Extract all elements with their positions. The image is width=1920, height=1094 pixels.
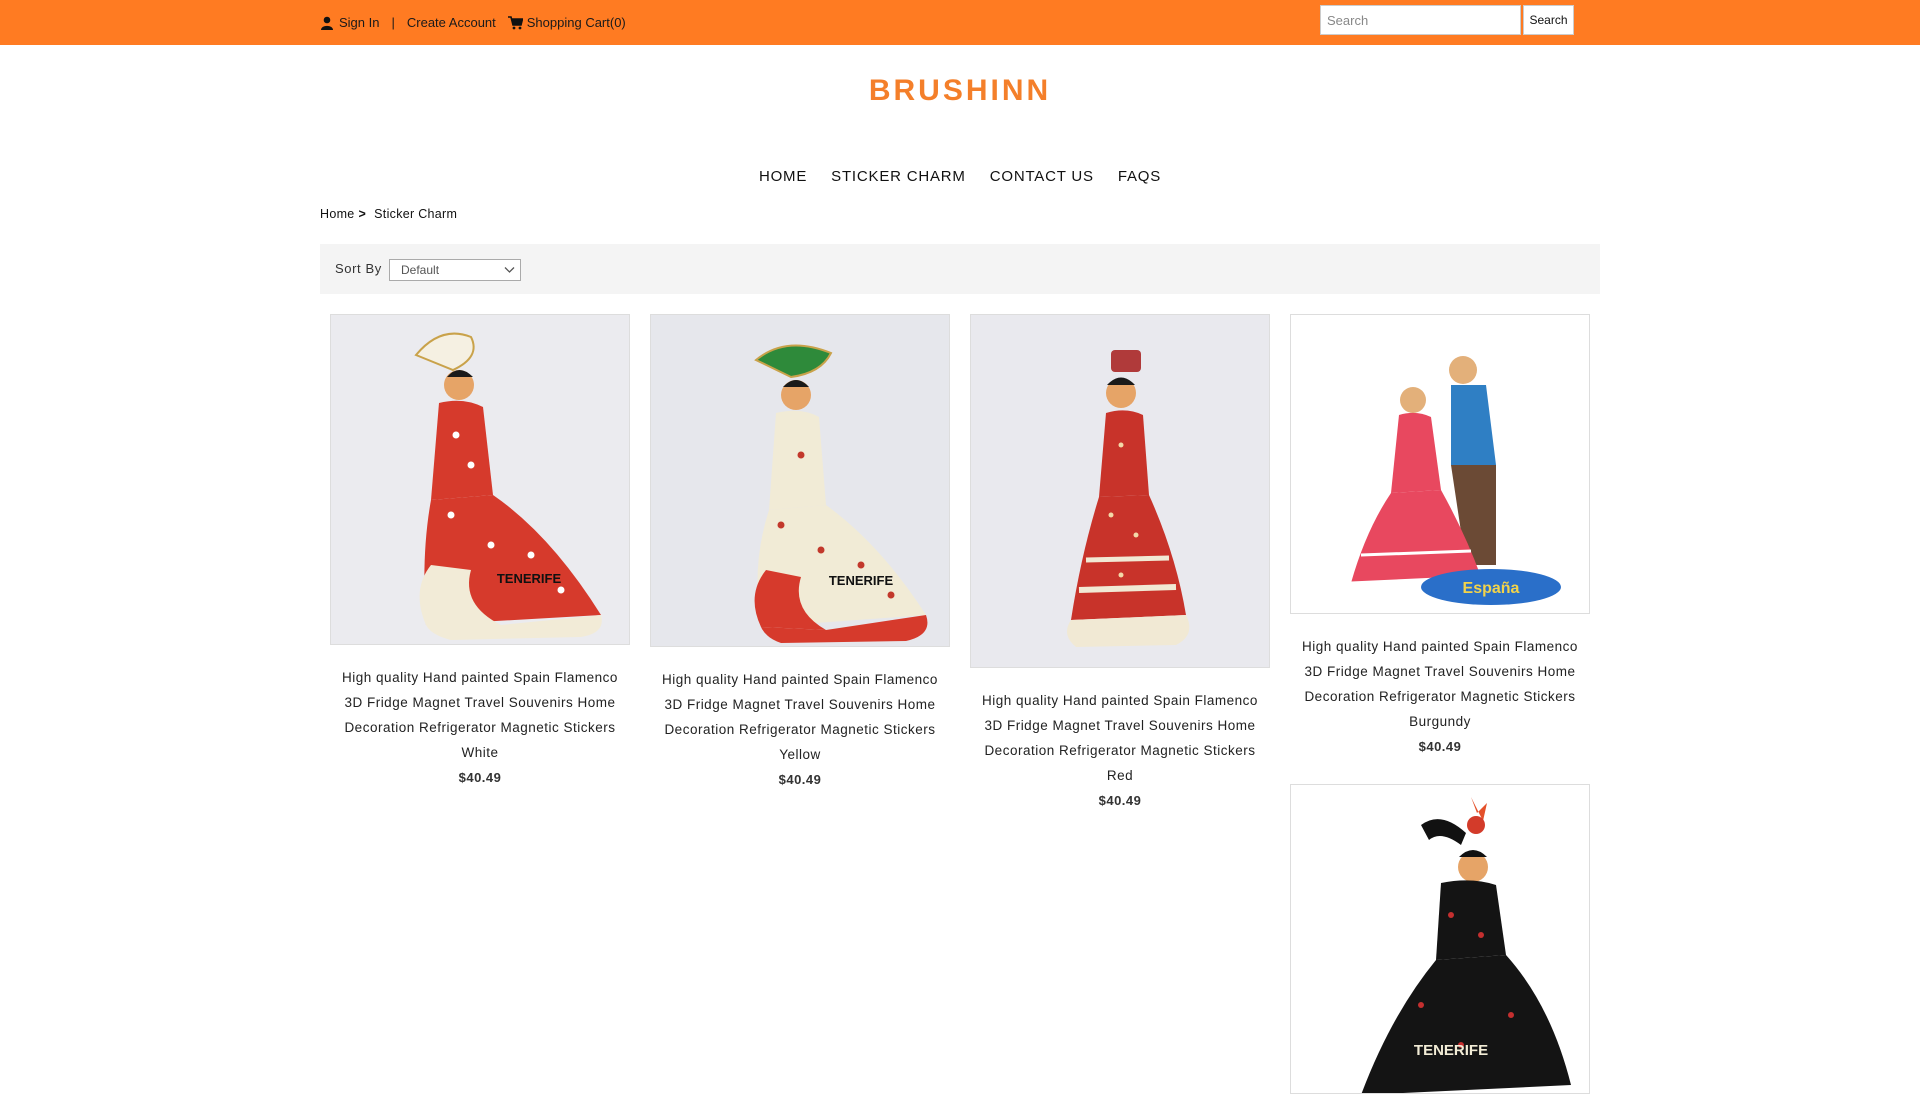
shopping-cart-link[interactable]: Shopping Cart(0) (527, 15, 626, 30)
product-card[interactable]: TENERIFE High quality Hand painted Spain… (650, 314, 950, 792)
nav-item-sticker-charm[interactable]: STICKER CHARM (831, 168, 966, 185)
product-image[interactable] (970, 314, 1270, 668)
breadcrumb-arrow: > (358, 207, 367, 221)
product-image[interactable]: España (1290, 314, 1590, 614)
main-nav: HOME STICKER CHARM CONTACT US FAQS (0, 168, 1920, 185)
cart-icon (507, 15, 523, 29)
product-card[interactable]: High quality Hand painted Spain Flamenco… (970, 314, 1270, 813)
product-card[interactable]: TENERIFE (1290, 784, 1590, 1094)
site-logo[interactable]: BRUSHINN (0, 74, 1920, 108)
product-image-text: España (1463, 580, 1520, 597)
search-button[interactable]: Search (1523, 5, 1574, 35)
sort-bar: Sort By Default (320, 244, 1600, 294)
search-input[interactable] (1320, 5, 1521, 35)
nav-item-home[interactable]: HOME (759, 168, 807, 185)
sign-in-link[interactable]: Sign In (339, 15, 379, 30)
product-image[interactable]: TENERIFE (1290, 784, 1590, 1094)
sort-select[interactable]: Default (389, 259, 521, 281)
product-price: $40.49 (1098, 793, 1142, 808)
breadcrumb-current: Sticker Charm (374, 207, 458, 221)
chevron-down-icon (504, 267, 515, 273)
product-image-text: TENERIFE (829, 573, 894, 588)
product-title[interactable]: High quality Hand painted Spain Flamenco… (650, 667, 950, 767)
product-image[interactable]: TENERIFE (330, 314, 630, 645)
product-title[interactable]: High quality Hand painted Spain Flamenco… (1290, 634, 1590, 734)
account-links: Sign In | Create Account Shopping Cart(0… (320, 0, 626, 45)
user-icon (321, 16, 333, 30)
product-price: $40.49 (1418, 739, 1462, 754)
product-price: $40.49 (778, 772, 822, 787)
breadcrumb: Home > Sticker Charm (320, 207, 457, 221)
product-image-text: TENERIFE (497, 571, 562, 586)
product-image[interactable]: TENERIFE (650, 314, 950, 647)
product-card[interactable]: TENERIFE High quality Hand painted Spain… (330, 314, 630, 790)
sort-label: Sort By (335, 261, 382, 276)
top-bar: Sign In | Create Account Shopping Cart(0… (0, 0, 1920, 45)
product-card[interactable]: España High quality Hand painted Spain F… (1290, 314, 1590, 759)
nav-item-faqs[interactable]: FAQS (1118, 168, 1161, 185)
breadcrumb-home[interactable]: Home (320, 207, 355, 221)
product-title[interactable]: High quality Hand painted Spain Flamenco… (970, 688, 1270, 788)
create-account-link[interactable]: Create Account (407, 15, 496, 30)
sort-selected-value: Default (401, 263, 440, 277)
nav-item-contact-us[interactable]: CONTACT US (990, 168, 1094, 185)
product-image-text: TENERIFE (1414, 1042, 1488, 1059)
product-title[interactable]: High quality Hand painted Spain Flamenco… (330, 665, 630, 765)
link-separator: | (391, 15, 395, 30)
product-price: $40.49 (458, 770, 502, 785)
